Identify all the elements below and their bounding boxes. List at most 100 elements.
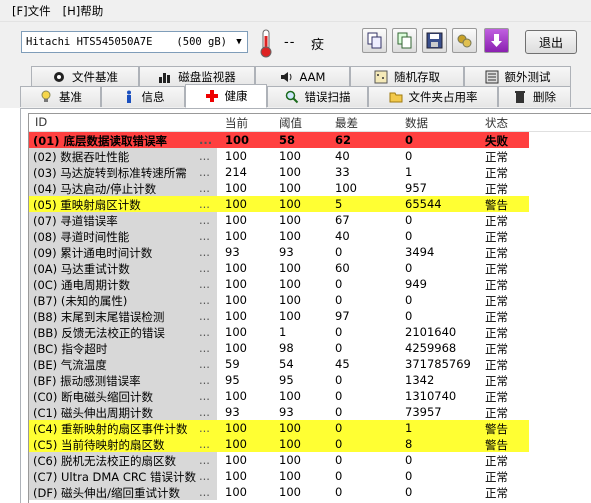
table-row[interactable]: (C1) 磁头伸出周期计数... 93 93 0 73957 正常 (29, 404, 591, 420)
status-value: 正常 (485, 310, 508, 324)
truncation-dots: ... (199, 469, 210, 483)
truncation-dots: ... (199, 293, 210, 307)
table-row[interactable]: (B7) (未知的属性)... 100 100 0 0 正常 (29, 292, 591, 308)
save-button[interactable] (422, 28, 447, 53)
attribute-name: (07) 寻道错误率 (33, 214, 118, 228)
chevron-down-icon[interactable]: ▼ (231, 32, 247, 52)
current-value: 100 (225, 469, 247, 483)
raw-data-value: 0 (405, 133, 414, 147)
table-row[interactable]: (BB) 反馈无法校正的错误... 100 1 0 2101640 正常 (29, 324, 591, 340)
worst-value: 0 (335, 277, 343, 291)
status-value: 正常 (485, 182, 508, 196)
truncation-dots: ... (199, 437, 210, 451)
truncation-dots: ... (199, 453, 210, 467)
header-id[interactable]: ID (35, 115, 47, 129)
tools-icon (457, 34, 472, 48)
status-value: 正常 (485, 374, 508, 388)
tab-error-scan[interactable]: 错误扫描 (267, 86, 368, 107)
tab-extra-tests[interactable]: 额外测试 (464, 66, 571, 87)
table-row[interactable]: (0C) 通电周期计数... 100 100 0 949 正常 (29, 276, 591, 292)
attribute-name: (B8) 末尾到末尾错误检测 (33, 310, 165, 324)
menu-help[interactable]: [H]帮助 (63, 3, 104, 19)
options-button[interactable] (452, 28, 477, 53)
current-value: 95 (225, 373, 240, 387)
worst-value: 40 (335, 149, 350, 163)
truncation-dots: ... (199, 357, 210, 371)
status-value: 警告 (485, 422, 508, 436)
truncation-dots: ... (199, 229, 210, 243)
table-row[interactable]: (04) 马达启动/停止计数... 100 100 100 957 正常 (29, 180, 591, 196)
table-row[interactable]: (B8) 末尾到末尾错误检测... 100 100 97 0 正常 (29, 308, 591, 324)
table-row[interactable]: (0A) 马达重试计数... 100 100 60 0 正常 (29, 260, 591, 276)
header-current[interactable]: 当前 (225, 115, 248, 131)
truncation-dots: ... (199, 181, 210, 195)
menu-file[interactable]: [F]文件 (12, 3, 51, 19)
tab-strip: 文件基准 磁盘监视器 AAM 随机存取 额外测试 基准 信息 健康 错误扫描 文… (0, 64, 591, 108)
table-row[interactable]: (01) 底层数据读取错误率... 100 58 62 0 失败 (29, 132, 591, 148)
worst-value: 0 (335, 485, 343, 499)
table-row[interactable]: (BC) 指令超时... 100 98 0 4259968 正常 (29, 340, 591, 356)
table-row[interactable]: (08) 寻道时间性能... 100 100 40 0 正常 (29, 228, 591, 244)
worst-value: 100 (335, 181, 357, 195)
table-row[interactable]: (03) 马达旋转到标准转速所需... 214 100 33 1 正常 (29, 164, 591, 180)
table-row[interactable]: (DF) 磁头伸出/缩回重试计数... 100 100 0 0 正常 (29, 484, 591, 500)
table-row[interactable]: (07) 寻道错误率... 100 100 67 0 正常 (29, 212, 591, 228)
truncation-dots: ... (199, 245, 210, 259)
tab-label: 额外测试 (504, 70, 551, 84)
status-value: 正常 (485, 294, 508, 308)
table-row[interactable]: (09) 累计通电时间计数... 93 93 0 3494 正常 (29, 244, 591, 260)
smart-attribute-list[interactable]: ID 当前 阈值 最差 数据 状态 (01) 底层数据读取错误率... 100 58… (28, 113, 591, 503)
threshold-value: 100 (279, 149, 301, 163)
exit-button[interactable]: 退出 (525, 30, 577, 54)
header-status[interactable]: 状态 (485, 115, 508, 131)
truncation-dots: ... (199, 309, 210, 323)
file-benchmark-icon (54, 72, 64, 82)
tab-label: 信息 (141, 90, 165, 104)
attribute-name: (03) 马达旋转到标准转速所需 (33, 166, 187, 180)
tab-file-benchmark[interactable]: 文件基准 (31, 66, 139, 87)
tab-label: 磁盘监视器 (178, 70, 236, 84)
tab-folder-usage[interactable]: 文件夹占用率 (368, 86, 498, 107)
drive-select[interactable]: Hitachi HTS545050A7E (500 gB) ▼ (21, 31, 248, 53)
header-data[interactable]: 数据 (405, 115, 428, 131)
tab-info[interactable]: 信息 (101, 86, 185, 107)
worst-value: 97 (335, 309, 350, 323)
table-row[interactable]: (C5) 当前待映射的扇区数... 100 100 0 8 警告 (29, 436, 591, 452)
table-row[interactable]: (BE) 气流温度... 59 54 45 371785769 正常 (29, 356, 591, 372)
table-row[interactable]: (C4) 重新映射的扇区事件计数... 100 100 0 1 警告 (29, 420, 591, 436)
tab-random-access[interactable]: 随机存取 (350, 66, 464, 87)
current-value: 100 (225, 341, 247, 355)
threshold-value: 93 (279, 405, 294, 419)
table-row[interactable]: (02) 数据吞吐性能... 100 100 40 0 正常 (29, 148, 591, 164)
tab-benchmark[interactable]: 基准 (20, 86, 101, 107)
truncation-dots: ... (199, 261, 210, 275)
table-row[interactable]: (05) 重映射扇区计数... 100 100 5 65544 警告 (29, 196, 591, 212)
raw-data-value: 4259968 (405, 341, 457, 355)
copy-all-button[interactable] (392, 28, 417, 53)
table-row[interactable]: (C7) Ultra DMA CRC 错误计数... 100 100 0 0 正常 (29, 468, 591, 484)
tab-erase[interactable]: 删除 (498, 86, 571, 107)
raw-data-value: 0 (405, 213, 413, 227)
copy-info-button[interactable] (362, 28, 387, 53)
attribute-name: (C6) 脱机无法校正的扇区数 (33, 454, 176, 468)
floppy-icon (426, 32, 443, 49)
raw-data-value: 65544 (405, 197, 442, 211)
header-worst[interactable]: 最差 (335, 115, 358, 131)
table-row[interactable]: (BF) 振动感测错误率... 95 95 0 1342 正常 (29, 372, 591, 388)
threshold-value: 95 (279, 373, 294, 387)
table-row[interactable]: (C0) 断电磁头缩回计数... 100 100 0 1310740 正常 (29, 388, 591, 404)
threshold-value: 100 (279, 197, 301, 211)
current-value: 100 (225, 421, 247, 435)
table-row[interactable]: (C6) 脱机无法校正的扇区数... 100 100 0 0 正常 (29, 452, 591, 468)
worst-value: 0 (335, 245, 343, 259)
tab-aam[interactable]: AAM (255, 66, 350, 87)
attribute-name: (BB) 反馈无法校正的错误 (33, 326, 165, 340)
threshold-value: 100 (279, 389, 301, 403)
tab-health[interactable]: 健康 (185, 84, 267, 108)
header-threshold[interactable]: 阈值 (279, 115, 302, 131)
download-button[interactable] (484, 28, 509, 53)
threshold-value: 58 (279, 133, 296, 147)
worst-value: 60 (335, 261, 350, 275)
worst-value: 0 (335, 373, 343, 387)
temperature-value: -- (284, 35, 296, 50)
